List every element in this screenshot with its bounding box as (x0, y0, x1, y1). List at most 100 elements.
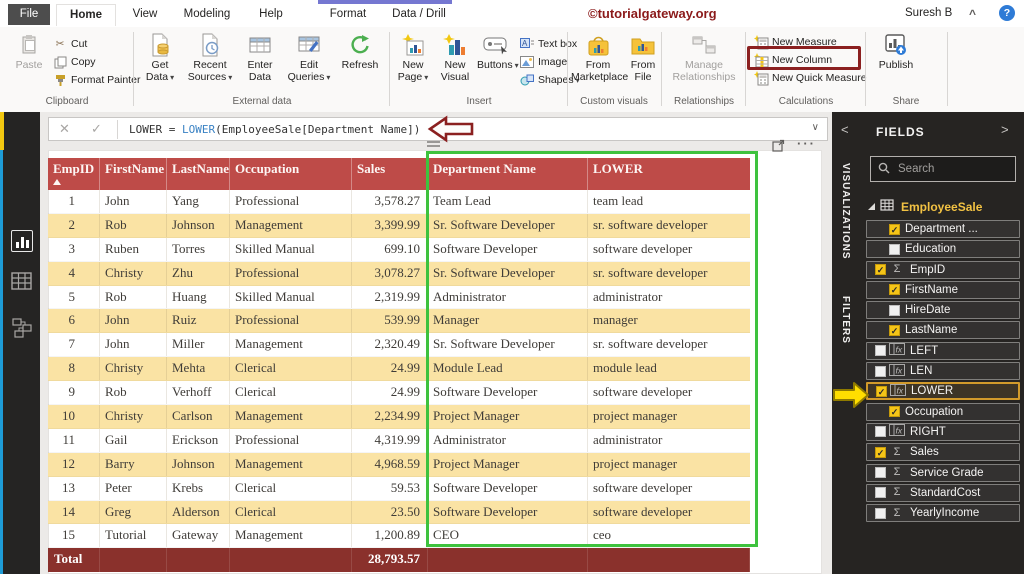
field-item-department[interactable]: ✓ Department ... (866, 220, 1020, 238)
field-item-firstname[interactable]: ✓ FirstName (866, 280, 1020, 299)
checkbox-checked[interactable]: ✓ (875, 446, 886, 458)
data-view-icon[interactable] (11, 272, 32, 293)
checkbox-checked[interactable]: ✓ (889, 324, 900, 336)
checkbox-checked[interactable]: ✓ (875, 264, 886, 276)
field-item-sales[interactable]: ✓ Σ Sales (866, 443, 1020, 462)
model-view-icon[interactable] (12, 318, 32, 341)
column-header[interactable]: FirstName (100, 158, 167, 190)
column-header[interactable]: LastName (167, 158, 230, 190)
visualizations-pane-tab[interactable]: VISUALIZATIONS (840, 163, 851, 260)
field-item-empid[interactable]: ✓ Σ EmpID (866, 260, 1020, 279)
publish-button[interactable]: Publish (875, 31, 917, 93)
checkbox-unchecked[interactable] (875, 345, 886, 357)
new-page-button[interactable]: New Page (393, 31, 433, 93)
tab-home[interactable]: Home (56, 4, 116, 26)
tab-help[interactable]: Help (250, 4, 292, 25)
formula-cancel-icon[interactable]: ✕ (59, 121, 70, 137)
table-cell: Christy (100, 357, 167, 381)
expand-table-icon[interactable] (868, 203, 875, 210)
column-header[interactable]: Occupation (230, 158, 352, 190)
field-item-left[interactable]: fx LEFT (866, 341, 1020, 360)
checkbox-checked[interactable]: ✓ (889, 284, 900, 296)
column-header[interactable]: EmpID (48, 158, 100, 190)
field-item-standardcost[interactable]: Σ StandardCost (866, 483, 1020, 502)
svg-text:A: A (522, 39, 528, 48)
table-cell: Greg (100, 500, 167, 524)
table-cell: Erickson (167, 428, 230, 452)
field-item-education[interactable]: Education (866, 240, 1020, 259)
tab-file[interactable]: File (8, 4, 50, 25)
formula-commit-icon[interactable]: ✓ (91, 121, 102, 137)
new-quick-measure-button[interactable]: New Quick Measure (753, 70, 867, 86)
manage-relationships-button[interactable]: Manage Relationships (667, 31, 741, 93)
tab-modeling[interactable]: Modeling (174, 4, 240, 25)
tab-data-drill[interactable]: Data / Drill (382, 4, 456, 25)
table-cell: 59.53 (352, 476, 428, 500)
field-item-lower[interactable]: ✓ fx LOWER (866, 382, 1020, 401)
checkbox-unchecked[interactable] (889, 243, 900, 255)
formula-expand-icon[interactable]: ∨ (812, 122, 819, 133)
collapse-panel-icon[interactable]: < (841, 122, 849, 137)
checkbox-checked[interactable]: ✓ (889, 223, 900, 235)
sigma-icon: Σ (893, 263, 901, 276)
fields-search-box[interactable] (870, 156, 1016, 182)
filters-pane-tab[interactable]: FILTERS (840, 296, 851, 344)
table-cell: Management (230, 524, 352, 548)
table-cell: 2,320.49 (352, 333, 428, 357)
new-visual-button[interactable]: New Visual (435, 31, 475, 93)
help-icon[interactable]: ? (999, 5, 1015, 21)
buttons-button[interactable]: Buttons (477, 31, 519, 93)
field-item-service-grade[interactable]: Σ Service Grade (866, 463, 1020, 482)
column-header[interactable]: Sales (352, 158, 428, 190)
edit-queries-button[interactable]: Edit Queries (285, 31, 333, 93)
checkbox-checked[interactable]: ✓ (876, 385, 887, 397)
table-cell: Verhoff (167, 381, 230, 405)
table-name: EmployeeSale (901, 199, 983, 214)
field-item-hiredate[interactable]: HireDate (866, 301, 1020, 320)
focus-mode-icon[interactable] (772, 139, 785, 155)
checkbox-unchecked[interactable] (875, 365, 886, 377)
table-cell: Krebs (167, 476, 230, 500)
checkbox-checked[interactable]: ✓ (889, 406, 900, 418)
svg-text:fx: fx (896, 345, 903, 355)
field-item-yearlyincome[interactable]: Σ YearlyIncome (866, 504, 1020, 523)
from-marketplace-button[interactable]: From Marketplace (571, 31, 628, 93)
enter-data-button[interactable]: Enter Data (237, 31, 283, 93)
cut-button[interactable]: ✂ Cut (52, 36, 88, 52)
more-options-icon[interactable]: ··· (797, 136, 816, 151)
checkbox-unchecked[interactable] (875, 487, 886, 499)
expand-panel-icon[interactable]: > (1001, 122, 1009, 137)
annotation-arrow-formula (427, 115, 474, 143)
tab-view[interactable]: View (122, 4, 168, 25)
field-item-lastname[interactable]: ✓ LastName (866, 321, 1020, 340)
checkbox-unchecked[interactable] (875, 467, 886, 479)
view-navigation-bar (0, 112, 40, 574)
copy-button[interactable]: Copy (52, 54, 96, 70)
formula-text[interactable]: LOWER = LOWER(EmployeeSale[Department Na… (129, 123, 420, 136)
table-cell: John (100, 333, 167, 357)
from-file-button[interactable]: From File (627, 31, 659, 93)
field-item-right[interactable]: fx RIGHT (866, 422, 1020, 441)
report-view-icon[interactable] (11, 230, 33, 252)
get-data-button[interactable]: Get Data (137, 31, 183, 93)
field-item-occupation[interactable]: ✓ Occupation (866, 402, 1020, 421)
field-item-len[interactable]: fx LEN (866, 362, 1020, 381)
refresh-button[interactable]: Refresh (335, 31, 385, 93)
image-button[interactable]: Image (519, 54, 567, 70)
checkbox-unchecked[interactable] (875, 507, 886, 519)
paste-button[interactable]: Paste (10, 31, 48, 93)
table-cell: Skilled Manual (230, 285, 352, 309)
text-box-button[interactable]: A Text box (519, 36, 577, 52)
recent-sources-button[interactable]: Recent Sources (185, 31, 235, 93)
checkbox-unchecked[interactable] (875, 426, 886, 438)
publish-icon (875, 31, 917, 59)
collapse-ribbon-icon[interactable]: ^ (969, 7, 976, 21)
table-cell: 539.99 (352, 309, 428, 333)
calculated-column-icon: fx (890, 383, 906, 399)
shapes-icon (519, 74, 535, 86)
checkbox-unchecked[interactable] (889, 304, 900, 316)
fields-table-item[interactable]: EmployeeSale (868, 199, 982, 214)
format-painter-button[interactable]: Format Painter (52, 72, 140, 88)
tab-format[interactable]: Format (320, 4, 376, 25)
search-input[interactable] (896, 162, 1010, 176)
